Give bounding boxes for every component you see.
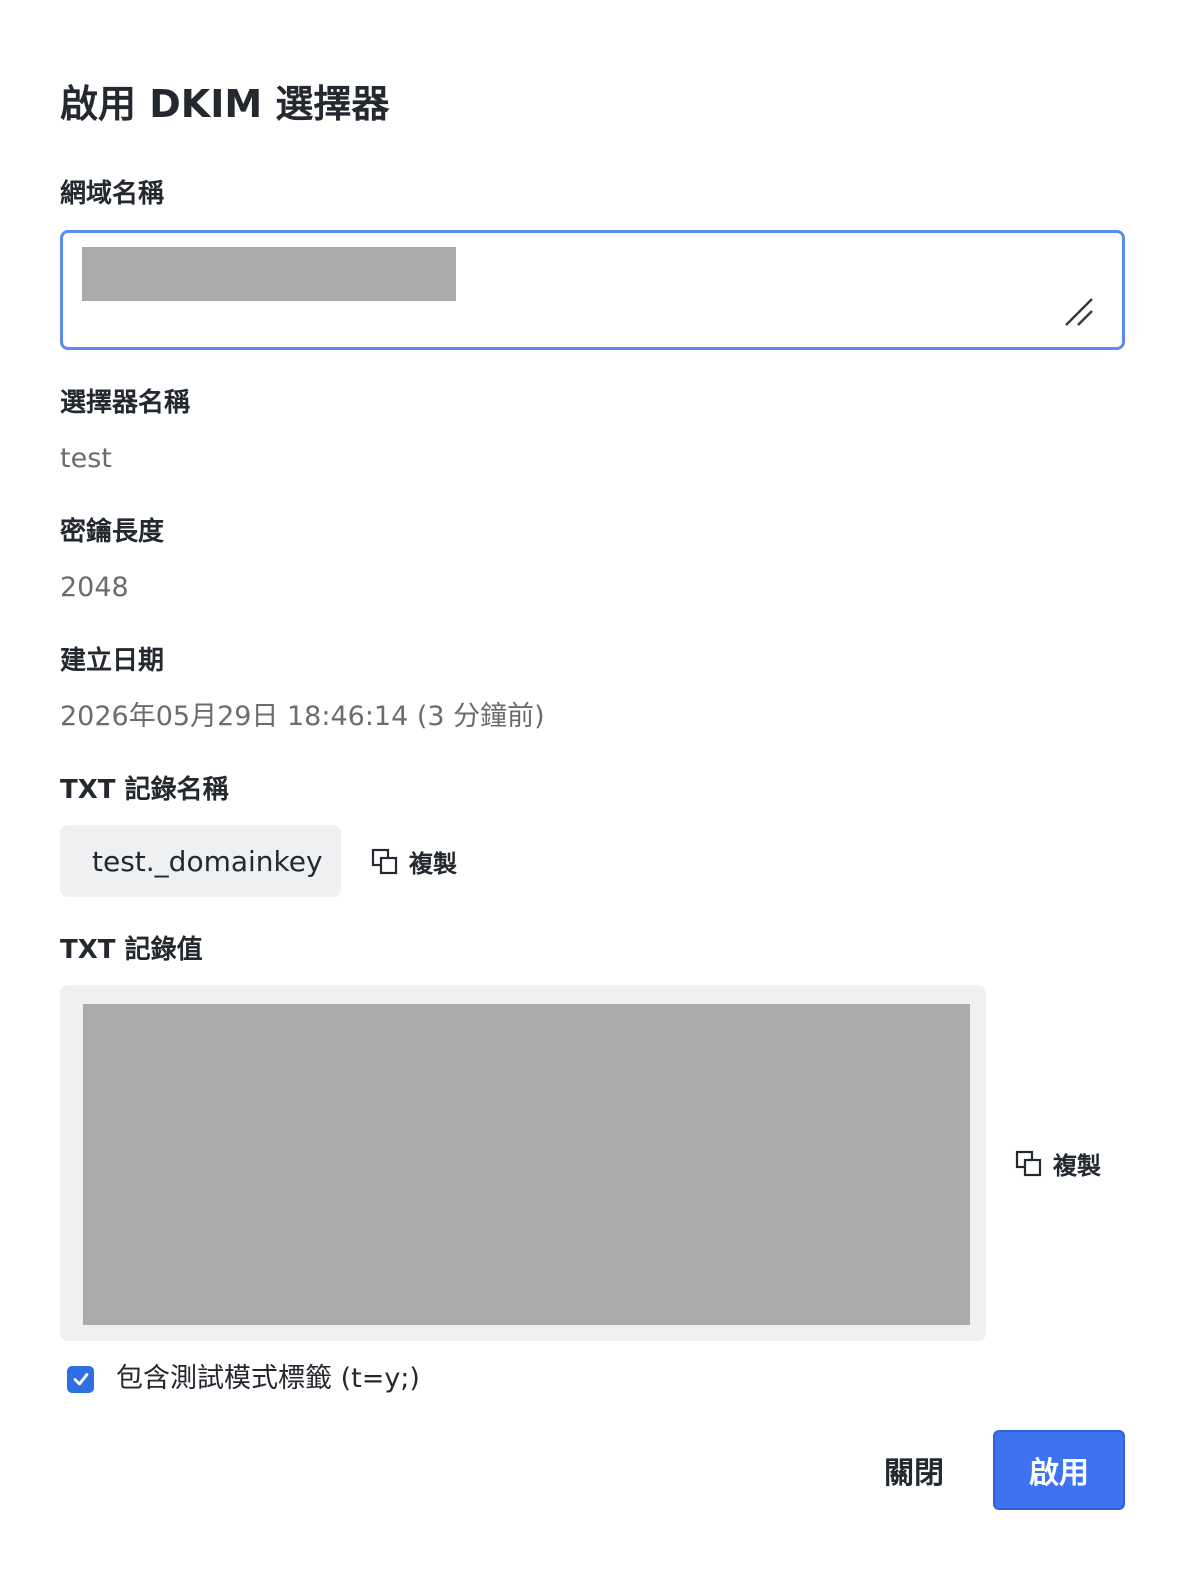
txt-name-label: TXT 記錄名稱 — [60, 775, 229, 805]
key-length-label: 密鑰長度 — [60, 517, 165, 547]
domain-label: 網域名稱 — [60, 179, 165, 209]
dialog-title: 啟用 DKIM 選擇器 — [60, 82, 390, 126]
test-mode-checkbox[interactable] — [67, 1365, 94, 1393]
copy-txt-value-label: 複製 — [1053, 1152, 1101, 1180]
resize-grip-icon[interactable] — [1064, 297, 1094, 327]
copy-icon — [1015, 1150, 1042, 1176]
copy-txt-name-button[interactable]: 複製 — [371, 844, 457, 879]
txt-value-box — [60, 985, 986, 1341]
created-label: 建立日期 — [60, 646, 165, 676]
txt-name-value: test._domainkey — [60, 825, 341, 897]
copy-txt-name-label: 複製 — [409, 850, 457, 878]
close-button[interactable]: 關閉 — [862, 1430, 966, 1510]
domain-input[interactable] — [60, 230, 1125, 350]
copy-icon — [371, 848, 398, 874]
test-mode-label: 包含測試模式標籤 (t=y;) — [116, 1363, 420, 1394]
key-length-value: 2048 — [60, 572, 129, 603]
txt-value-label: TXT 記錄值 — [60, 935, 203, 965]
selector-label: 選擇器名稱 — [60, 388, 191, 418]
dkim-enable-dialog: 啟用 DKIM 選擇器 網域名稱 選擇器名稱 test 密鑰長度 2048 建立… — [0, 0, 1192, 1572]
txt-value-redacted — [83, 1004, 970, 1325]
created-value: 2026年05月29日 18:46:14 (3 分鐘前) — [60, 701, 545, 732]
selector-value: test — [60, 443, 112, 474]
copy-txt-value-button[interactable]: 複製 — [1015, 1146, 1101, 1181]
test-mode-option[interactable]: 包含測試模式標籤 (t=y;) — [67, 1358, 420, 1400]
domain-value-redacted — [82, 247, 456, 301]
enable-button[interactable]: 啟用 — [993, 1430, 1125, 1510]
checkmark-icon — [73, 1373, 88, 1386]
